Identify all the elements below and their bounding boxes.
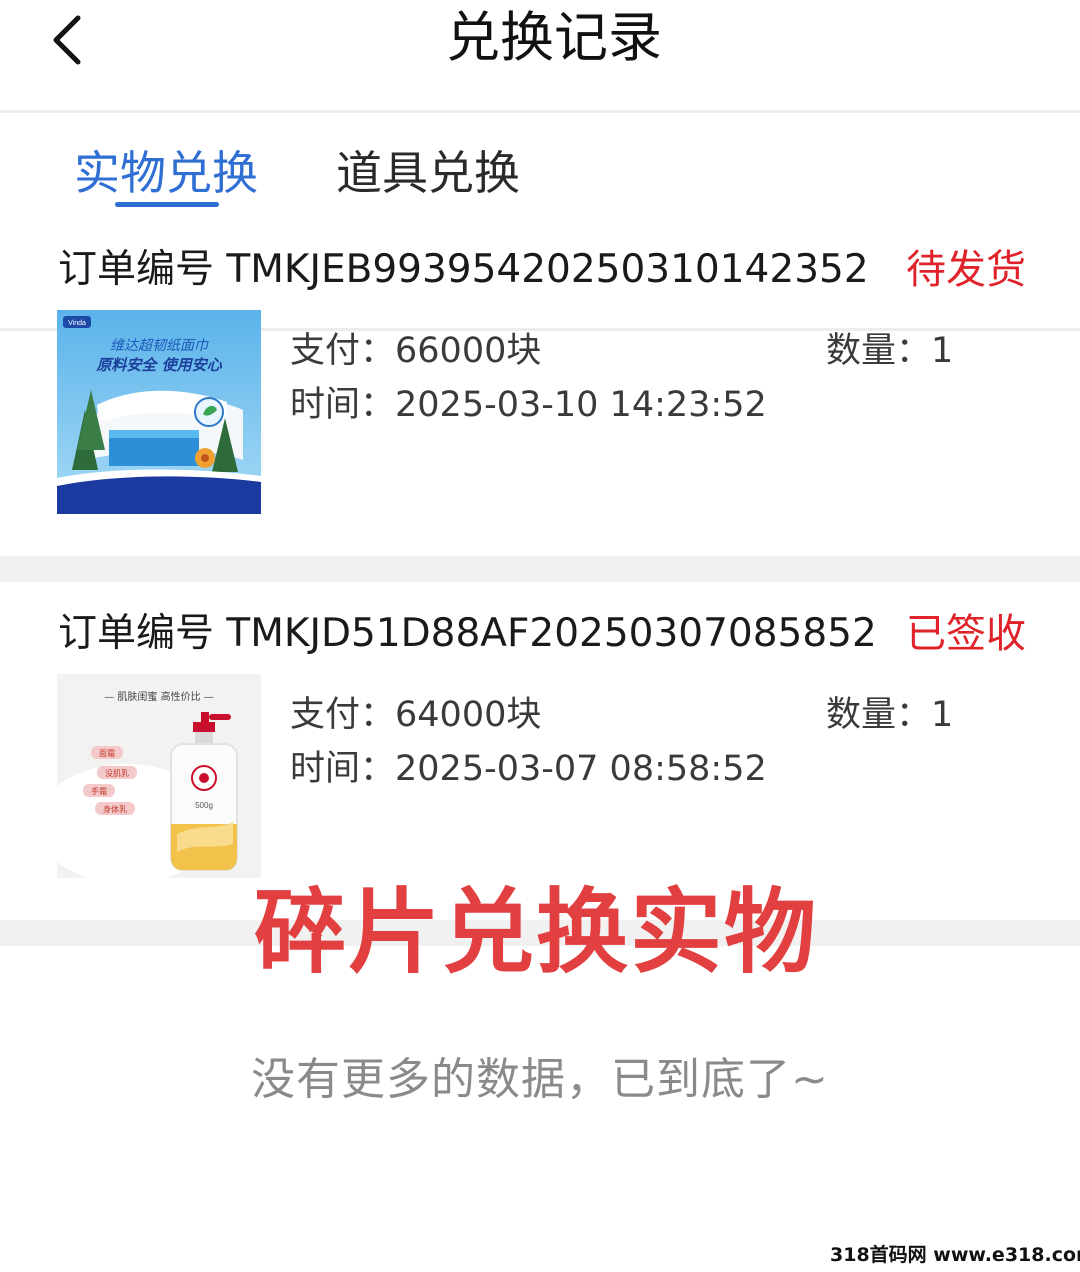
tab-bar: 实物兑换 道具兑换 [0, 113, 1080, 331]
end-of-list-text: 没有更多的数据，已到底了~ [251, 1054, 829, 1105]
svg-text:原料安全 使用安心: 原料安全 使用安心 [95, 356, 222, 374]
order-number-row: 订单编号 TMKJD51D88AF20250307085852 已签收 [58, 604, 1038, 664]
svg-text:身体乳: 身体乳 [103, 804, 127, 814]
order-status-pending: 待发货 [906, 247, 1026, 293]
order-number-row: 订单编号 TMKJEB99395420250310142352 待发货 [58, 240, 1038, 300]
section-divider [0, 556, 1080, 582]
order-number: 订单编号 TMKJEB99395420250310142352 [58, 247, 869, 292]
tissue-product-illustration: Vinda 维达超韧纸面巾 原料安全 使用安心 [57, 310, 261, 514]
payment-info: 支付：64000块 [290, 695, 542, 735]
order-card[interactable]: 订单编号 TMKJD51D88AF20250307085852 已签收 — 肌肤… [0, 604, 1080, 920]
product-image-lotion[interactable]: — 肌肤闺蜜 高性价比 — 面霜 没肌乳 手霜 身体乳 500g [57, 674, 261, 878]
active-tab-indicator [115, 202, 219, 207]
site-watermark: 318首码网 www.e318.com [830, 1244, 1080, 1266]
svg-text:面霜: 面霜 [99, 749, 115, 758]
svg-text:手霜: 手霜 [91, 786, 107, 796]
svg-text:维达超韧纸面巾: 维达超韧纸面巾 [110, 338, 209, 354]
svg-text:— 肌肤闺蜜 高性价比 —: — 肌肤闺蜜 高性价比 — [104, 690, 214, 703]
watermark-overlay-text: 碎片兑换实物 [254, 879, 819, 986]
order-status-signed: 已签收 [906, 611, 1026, 657]
svg-text:没肌乳: 没肌乳 [105, 768, 129, 778]
quantity-info: 数量：1 [826, 695, 954, 735]
payment-info: 支付：66000块 [290, 331, 542, 371]
tab-physical-exchange[interactable]: 实物兑换 [74, 143, 258, 203]
tab-props-exchange[interactable]: 道具兑换 [336, 143, 520, 203]
order-card[interactable]: 订单编号 TMKJEB99395420250310142352 待发货 Vind… [0, 240, 1080, 556]
exchange-records-page: 兑换记录 实物兑换 道具兑换 订单编号 TMKJEB99395420250310… [0, 0, 1080, 1272]
order-number: 订单编号 TMKJD51D88AF20250307085852 [58, 611, 877, 656]
time-info: 时间：2025-03-10 14:23:52 [290, 385, 767, 425]
header-bar: 兑换记录 [0, 0, 1080, 113]
time-info: 时间：2025-03-07 08:58:52 [290, 749, 767, 789]
quantity-info: 数量：1 [826, 331, 954, 371]
svg-text:Vinda: Vinda [68, 320, 86, 327]
svg-text:500g: 500g [195, 801, 213, 810]
lotion-product-illustration: — 肌肤闺蜜 高性价比 — 面霜 没肌乳 手霜 身体乳 500g [57, 674, 261, 878]
page-title: 兑换记录 [446, 6, 662, 69]
product-image-tissue[interactable]: Vinda 维达超韧纸面巾 原料安全 使用安心 [57, 310, 261, 514]
